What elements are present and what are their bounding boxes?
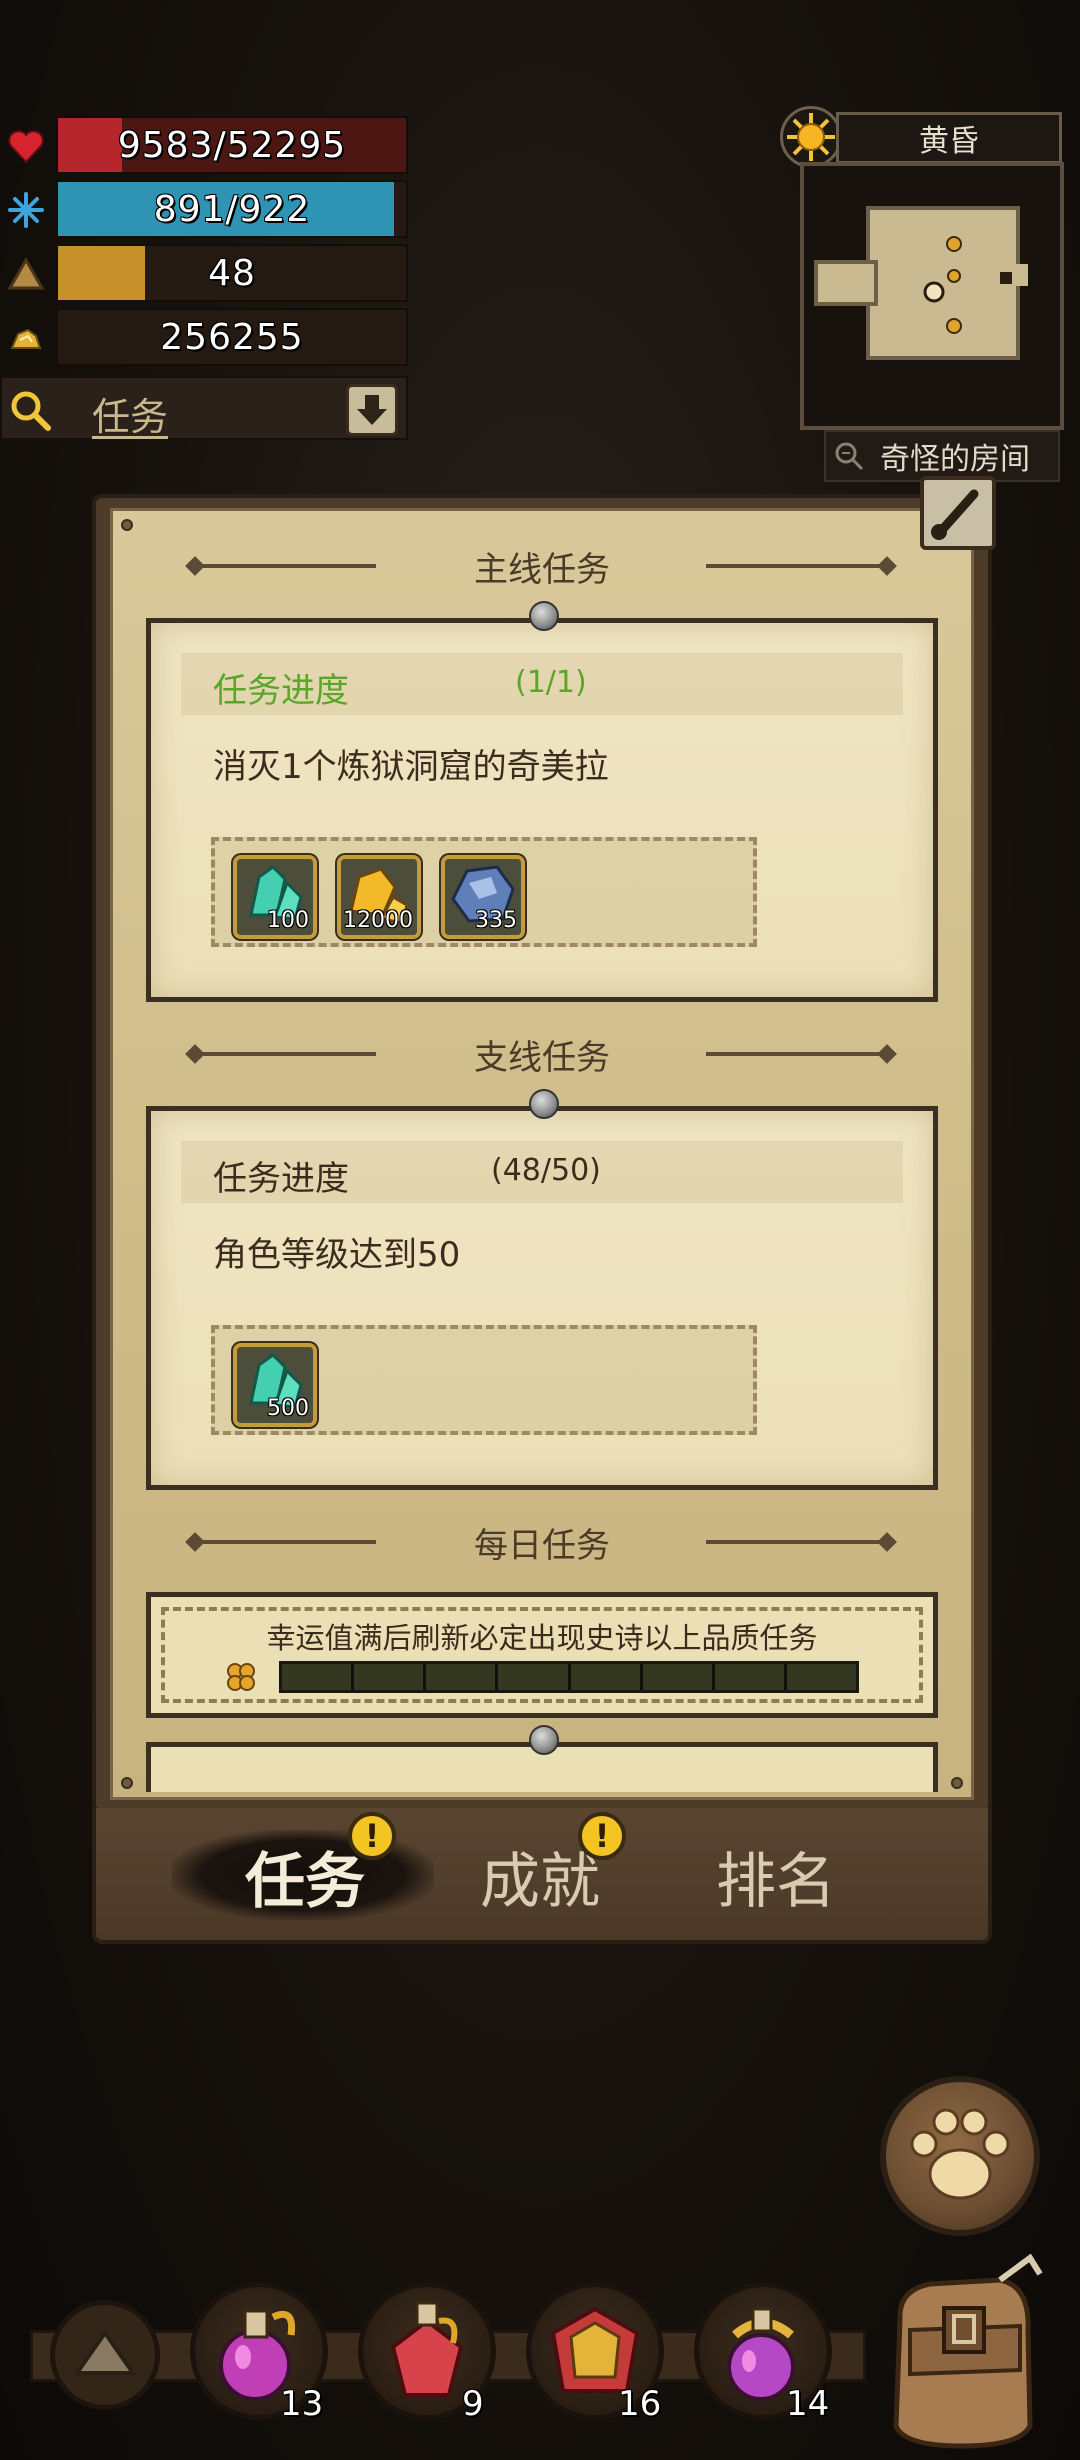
luck-segment — [642, 1664, 715, 1690]
mp-row: 891/922 — [0, 180, 410, 238]
reward-qty: 100 — [267, 908, 309, 933]
reward-box: 500 — [211, 1325, 757, 1435]
pushpin-icon — [529, 601, 559, 631]
reward-item[interactable]: 100 — [233, 855, 317, 939]
luck-card: 幸运值满后刷新必定出现史诗以上品质任务 — [146, 1592, 938, 1718]
location-name: 奇怪的房间 — [880, 442, 1030, 477]
luck-segment — [570, 1664, 643, 1690]
level-row: 48 — [0, 244, 410, 302]
corner-rivet — [121, 519, 133, 531]
quest-description: 角色等级达到50 — [213, 1235, 461, 1275]
progress-label: 任务进度 — [213, 1159, 349, 1199]
reward-item[interactable]: 12000 — [337, 855, 421, 939]
reward-qty: 335 — [475, 908, 517, 933]
level-value: 48 — [208, 252, 256, 294]
gold-row: 256255 — [0, 308, 410, 366]
heart-icon — [8, 130, 44, 164]
corner-rivet — [951, 1777, 963, 1789]
inventory-bag-button[interactable] — [870, 2250, 1050, 2450]
side-quest-title: 支线任务 — [474, 1037, 610, 1078]
alert-badge-icon: ! — [578, 1812, 626, 1860]
gold-nugget-icon — [10, 328, 42, 349]
hotbar-count: 9 — [462, 2384, 484, 2424]
minimap-room — [814, 206, 1028, 360]
hotbar-count: 14 — [786, 2384, 830, 2424]
quest-description: 消灭1个炼狱洞窟的奇美拉 — [213, 747, 609, 787]
exp-bar: 48 — [56, 244, 408, 302]
luck-segment — [714, 1664, 787, 1690]
luck-segment — [282, 1664, 355, 1690]
mp-bar: 891/922 — [56, 180, 408, 238]
sun-badge — [780, 106, 842, 168]
progress-value: (1/1) — [515, 665, 587, 700]
expand-hotbar-button[interactable] — [50, 2300, 160, 2410]
luck-segment — [354, 1664, 427, 1690]
minimap[interactable] — [800, 162, 1064, 430]
quest-dropdown[interactable]: 任务 — [0, 376, 408, 440]
hotbar-count: 16 — [618, 2384, 662, 2424]
time-of-day: 黄昏 — [836, 112, 1062, 164]
reward-box: 100 12000 335 — [211, 837, 757, 947]
luck-progress-bar — [279, 1661, 859, 1693]
tab-ranking-label: 排名 — [716, 1846, 836, 1917]
zoom-icon — [835, 442, 864, 471]
reward-item[interactable]: 500 — [233, 1343, 317, 1427]
backpack-icon — [893, 2253, 1043, 2449]
tab-ranking[interactable]: 排名 — [676, 1836, 876, 1917]
hp-bar: 9583/52295 — [56, 116, 408, 174]
mana-spark-icon — [8, 192, 44, 228]
reward-qty: 500 — [267, 1396, 309, 1421]
reward-qty: 12000 — [343, 908, 413, 933]
corner-rivet — [121, 1777, 133, 1789]
gold-bar: 256255 — [56, 308, 408, 366]
daily-quest-title: 每日任务 — [474, 1525, 610, 1566]
arrow-up-icon — [73, 2329, 137, 2375]
progress-label: 任务进度 — [213, 671, 349, 711]
hotbar-count: 13 — [280, 2384, 324, 2424]
progress-value: (48/50) — [491, 1153, 601, 1188]
luck-segment — [786, 1664, 856, 1690]
arrow-down-icon — [357, 395, 387, 425]
search-icon — [11, 391, 51, 431]
hp-value: 9583/52295 — [117, 124, 347, 166]
dropdown-arrow-button[interactable] — [346, 384, 398, 436]
gold-value: 256255 — [160, 316, 304, 358]
pushpin-icon — [529, 1089, 559, 1119]
luck-segment — [498, 1664, 571, 1690]
quest-dropdown-label: 任务 — [92, 395, 169, 439]
side-quest-card[interactable]: 任务进度 (48/50) 角色等级达到50 500 — [146, 1089, 938, 1490]
pet-button[interactable] — [880, 2076, 1040, 2236]
luck-segment — [426, 1664, 499, 1690]
location-name-box[interactable]: 奇怪的房间 — [824, 430, 1060, 482]
main-quest-title: 主线任务 — [474, 549, 610, 590]
clover-icon — [227, 1663, 255, 1691]
luck-description: 幸运值满后刷新必定出现史诗以上品质任务 — [266, 1621, 818, 1655]
mp-value: 891/922 — [153, 188, 311, 230]
reward-item[interactable]: 335 — [441, 855, 525, 939]
level-triangle-icon — [7, 256, 45, 290]
daily-quest-card-peek — [146, 1725, 938, 1792]
main-quest-card[interactable]: 任务进度 (1/1) 消灭1个炼狱洞窟的奇美拉 100 12000 335 — [146, 601, 938, 1002]
pushpin-icon — [529, 1725, 559, 1755]
sun-icon — [787, 113, 835, 161]
tab-quests-label: 任务 — [245, 1846, 365, 1917]
hp-row: 9583/52295 — [0, 116, 410, 174]
paw-icon — [910, 2108, 1010, 2200]
alert-badge-icon: ! — [348, 1812, 396, 1860]
